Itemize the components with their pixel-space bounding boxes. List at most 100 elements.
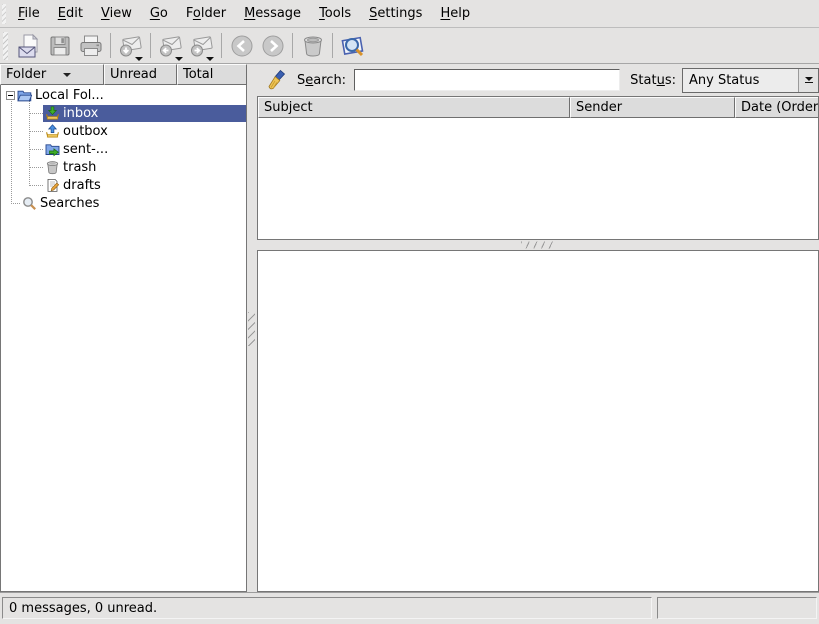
broom-icon [266,68,290,92]
folder-label: Searches [40,196,99,211]
folder-row-trash[interactable]: trash [1,158,246,176]
message-list-header: Subject Sender Date (Order o [258,97,818,118]
toolbar-grip-handle[interactable] [3,32,8,60]
save-button[interactable] [44,30,75,61]
tree-line [11,203,20,204]
toolbar-separator [110,33,111,58]
splitter-grip-icon [521,242,555,249]
search-label: Search: [297,73,346,88]
sort-descending-icon [63,73,71,77]
menubar-grip-handle[interactable] [2,4,6,24]
splitter-grip-icon [248,312,255,346]
folder-label: Local Fol... [35,88,104,103]
message-list-body[interactable] [258,118,818,239]
menu-go[interactable]: Go [141,2,177,25]
mail-client-window: File Edit View Go Folder Message Tools S… [0,0,819,624]
clear-search-button[interactable] [265,67,291,93]
message-preview-pane[interactable] [257,250,819,592]
tree-line [29,167,43,168]
folder-row-searches[interactable]: Searches [1,194,246,212]
folder-label: inbox [63,106,98,121]
message-area: Search: Status: Any Status Subject Sende… [257,64,819,592]
folder-pane-header: Folder Unread Total [0,64,247,85]
previous-message-icon [229,33,255,59]
new-message-icon [16,33,42,59]
sender-column-header[interactable]: Sender [570,97,735,118]
status-progress-section [657,597,817,619]
forward-icon [189,33,215,59]
menu-file[interactable]: File [9,2,49,25]
trash-folder-icon [45,160,60,175]
search-input[interactable] [354,69,620,91]
menu-bar: File Edit View Go Folder Message Tools S… [0,0,819,28]
outbox-icon [45,124,60,139]
collapse-expander-icon[interactable] [6,91,15,100]
folder-row-sent-mail[interactable]: sent-... [1,140,246,158]
menu-message[interactable]: Message [235,2,310,25]
folder-row-inbox[interactable]: inbox [1,104,246,122]
chevron-down-icon [805,77,813,81]
next-message-icon [260,33,286,59]
dropdown-arrow-button[interactable] [798,69,818,92]
menu-tools[interactable]: Tools [310,2,360,25]
folder-label: sent-... [63,142,108,157]
menu-help[interactable]: Help [431,2,479,25]
previous-message-button[interactable] [226,30,257,61]
main-toolbar [0,28,819,64]
subject-column-header[interactable]: Subject [258,97,570,118]
menu-folder[interactable]: Folder [177,2,235,25]
forward-button[interactable] [186,30,217,61]
reply-dropdown-caret[interactable] [175,57,183,61]
check-mail-icon [118,33,144,59]
menu-view[interactable]: View [92,2,141,25]
folder-column-header[interactable]: Folder [0,64,104,85]
status-message-section: 0 messages, 0 unread. [2,597,652,619]
inbox-icon [45,106,60,121]
folder-pane: Folder Unread Total Local Fol... [0,64,247,592]
folder-label: drafts [63,178,101,193]
reply-icon [158,33,184,59]
quick-search-bar: Search: Status: Any Status [257,64,819,96]
tree-line [29,131,43,132]
toolbar-separator [221,33,222,58]
toolbar-separator [150,33,151,58]
status-message: 0 messages, 0 unread. [9,601,157,616]
message-list: Subject Sender Date (Order o [257,96,819,240]
new-message-button[interactable] [13,30,44,61]
forward-dropdown-caret[interactable] [206,57,214,61]
date-column-header[interactable]: Date (Order o [735,97,818,118]
check-mail-dropdown-caret[interactable] [135,57,143,61]
next-message-button[interactable] [257,30,288,61]
menu-edit[interactable]: Edit [49,2,92,25]
horizontal-splitter[interactable] [257,240,819,250]
unread-column-header[interactable]: Unread [104,64,177,85]
save-icon [47,33,73,59]
folder-tree: Local Fol... inbox [0,85,247,592]
open-folder-icon [17,88,32,103]
vertical-splitter[interactable] [247,64,257,592]
folder-label: outbox [63,124,108,139]
folder-label: trash [63,160,96,175]
find-messages-icon [340,33,366,59]
selected-folder-highlight: inbox [43,105,246,122]
reply-button[interactable] [155,30,186,61]
find-messages-button[interactable] [337,30,368,61]
print-button[interactable] [75,30,106,61]
tree-line [29,113,43,114]
folder-row-outbox[interactable]: outbox [1,122,246,140]
status-filter-label: Status: [630,73,676,88]
tree-line [29,185,43,186]
search-folder-icon [22,196,37,211]
status-filter-value: Any Status [683,73,798,88]
check-mail-button[interactable] [115,30,146,61]
menu-settings[interactable]: Settings [360,2,431,25]
status-filter-dropdown[interactable]: Any Status [682,68,819,93]
move-to-trash-button[interactable] [297,30,328,61]
sent-folder-icon [45,142,60,157]
trash-icon [300,33,326,59]
status-bar: 0 messages, 0 unread. [0,592,819,624]
tree-line [29,149,43,150]
folder-row-local-folders[interactable]: Local Fol... [1,86,246,104]
folder-row-drafts[interactable]: drafts [1,176,246,194]
total-column-header[interactable]: Total [177,64,247,85]
